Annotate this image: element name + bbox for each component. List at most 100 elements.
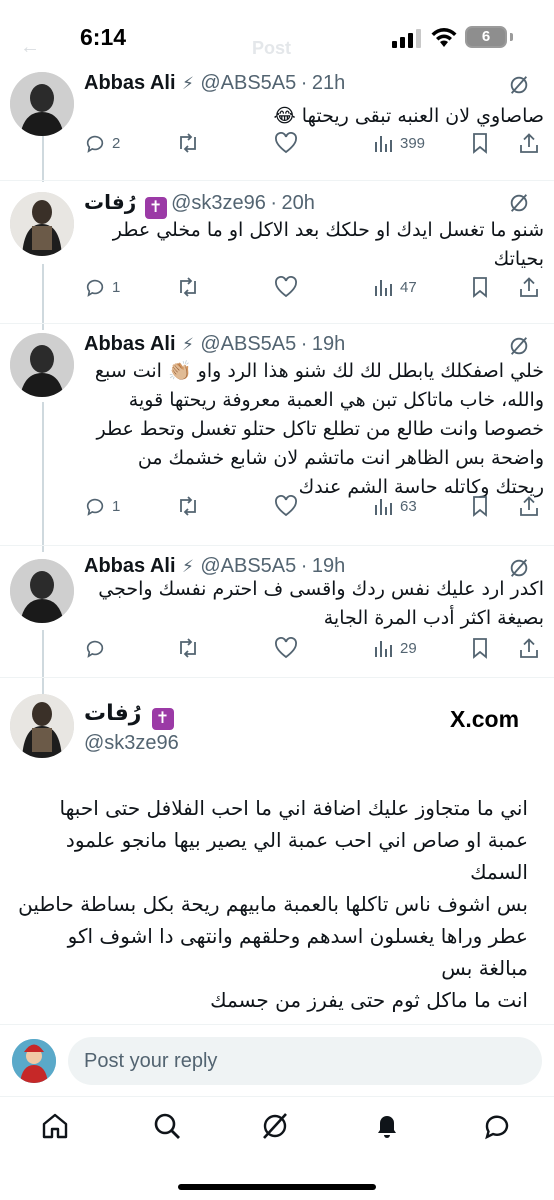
main-author[interactable]: رُفات ✝ — [84, 700, 174, 730]
share-button[interactable] — [518, 132, 540, 154]
messages-icon[interactable] — [482, 1111, 512, 1141]
repost-button[interactable] — [176, 276, 200, 298]
analytics-icon — [375, 136, 392, 152]
reply-input[interactable]: Post your reply — [68, 1037, 542, 1085]
grok-icon[interactable] — [260, 1111, 290, 1141]
reply-tweet[interactable]: Abbas Ali ⚡ @ABS5A5 · 21h صاصاوي لان الع… — [0, 62, 554, 180]
share-button[interactable] — [518, 276, 540, 298]
heart-icon — [275, 132, 297, 154]
analytics-icon — [375, 499, 392, 515]
bookmark-button[interactable] — [470, 276, 490, 298]
display-name[interactable]: رُفات — [84, 192, 136, 214]
bookmark-button[interactable] — [470, 132, 490, 154]
tweet-text: صاصاوي لان العنبه تبقى ريحتها 😂 — [273, 105, 544, 127]
action-bar: 1 63 — [84, 495, 544, 525]
username[interactable]: @ABS5A5 — [200, 333, 296, 355]
username[interactable]: @sk3ze96 — [171, 192, 266, 214]
reply-count: 1 — [112, 497, 121, 515]
lightning-icon: ⚡ — [181, 557, 194, 576]
bookmark-icon — [473, 133, 487, 154]
reply-button[interactable]: 1 — [84, 276, 120, 298]
home-indicator — [178, 1184, 376, 1190]
username[interactable]: @ABS5A5 — [200, 555, 296, 577]
dot-separator: · — [270, 192, 278, 214]
like-button[interactable] — [274, 132, 298, 154]
tweet-text: خلي اصفكلك يابطل لك لك شنو هذا الرد واو … — [94, 360, 544, 498]
display-name[interactable]: Abbas Ali — [84, 72, 176, 94]
battery-indicator: 6 — [465, 26, 507, 48]
tweet-text: شنو ما تغسل ايدك او حلكك بعد الاكل او ما… — [112, 219, 544, 270]
my-avatar[interactable] — [12, 1039, 56, 1083]
display-name[interactable]: Abbas Ali — [84, 555, 176, 577]
views-button[interactable]: 399 — [374, 132, 425, 154]
share-icon — [520, 496, 538, 516]
wifi-icon — [431, 28, 457, 47]
reply-button[interactable] — [84, 637, 112, 659]
main-username[interactable]: @sk3ze96 — [84, 732, 179, 755]
back-icon[interactable]: ← — [20, 36, 40, 59]
repost-icon — [180, 277, 196, 297]
main-avatar[interactable] — [10, 694, 74, 758]
repost-button[interactable] — [176, 495, 200, 517]
bookmark-icon — [473, 277, 487, 298]
action-bar: 1 47 — [84, 276, 544, 306]
reply-button[interactable]: 2 — [84, 132, 120, 154]
reply-count: 1 — [112, 278, 121, 296]
share-button[interactable] — [518, 637, 540, 659]
repost-button[interactable] — [176, 132, 200, 154]
timestamp[interactable]: 19h — [312, 555, 345, 577]
grok-icon[interactable] — [508, 335, 530, 357]
status-bar: ← Post 6:14 6 — [0, 0, 554, 66]
heart-icon — [275, 637, 297, 659]
repost-icon — [180, 496, 196, 516]
reply-tweet[interactable]: Abbas Ali ⚡ @ABS5A5 · 19h اكدر ارد عليك … — [0, 545, 554, 677]
home-icon[interactable] — [40, 1111, 70, 1141]
reply-icon — [86, 279, 104, 297]
like-button[interactable] — [274, 495, 298, 517]
bookmark-button[interactable] — [470, 495, 490, 517]
search-icon[interactable] — [152, 1111, 182, 1141]
like-button[interactable] — [274, 637, 298, 659]
avatar[interactable] — [10, 559, 74, 623]
grok-icon[interactable] — [508, 74, 530, 96]
reply-tweet[interactable]: رُفات ✝ @sk3ze96 · 20h شنو ما تغسل ايدك … — [0, 180, 554, 323]
views-button[interactable]: 29 — [374, 637, 417, 659]
reply-tweet[interactable]: Abbas Ali ⚡ @ABS5A5 · 19h خلي اصفكلك ياب… — [0, 323, 554, 545]
repost-button[interactable] — [176, 637, 200, 659]
reply-icon — [86, 640, 104, 658]
lightning-icon: ⚡ — [181, 74, 194, 93]
views-button[interactable]: 47 — [374, 276, 417, 298]
like-button[interactable] — [274, 276, 298, 298]
timestamp[interactable]: 19h — [312, 333, 345, 355]
display-name[interactable]: رُفات — [84, 700, 141, 725]
reply-button[interactable]: 1 — [84, 495, 120, 517]
main-tweet-text: اني ما متجاوز عليك اضافة اني ما احب الفل… — [14, 792, 528, 1016]
share-icon — [520, 638, 538, 658]
bookmark-button[interactable] — [470, 637, 490, 659]
repost-icon — [180, 133, 196, 153]
x-watermark: X.com — [450, 706, 520, 732]
reply-icon — [86, 498, 104, 516]
notifications-icon[interactable] — [372, 1111, 402, 1141]
view-count: 399 — [400, 134, 426, 152]
avatar[interactable] — [10, 192, 74, 256]
grok-icon[interactable] — [508, 192, 530, 214]
share-button[interactable] — [518, 495, 540, 517]
avatar[interactable] — [10, 333, 74, 397]
header-title: Post — [252, 38, 292, 58]
timestamp[interactable]: 20h — [282, 192, 315, 214]
repost-icon — [180, 638, 196, 658]
display-name[interactable]: Abbas Ali — [84, 333, 176, 355]
share-icon — [520, 277, 538, 297]
lightning-icon: ⚡ — [181, 335, 194, 354]
battery-nub — [510, 33, 513, 41]
analytics-icon — [375, 641, 392, 657]
username[interactable]: @ABS5A5 — [200, 72, 296, 94]
avatar[interactable] — [10, 72, 74, 136]
bookmark-icon — [473, 638, 487, 659]
cross-emoji-icon: ✝ — [151, 708, 174, 730]
dot-separator: · — [300, 333, 308, 355]
tweet-text: اكدر ارد عليك نفس ردك واقسى ف احترم نفسك… — [98, 578, 544, 629]
timestamp[interactable]: 21h — [312, 72, 345, 94]
views-button[interactable]: 63 — [374, 495, 417, 517]
